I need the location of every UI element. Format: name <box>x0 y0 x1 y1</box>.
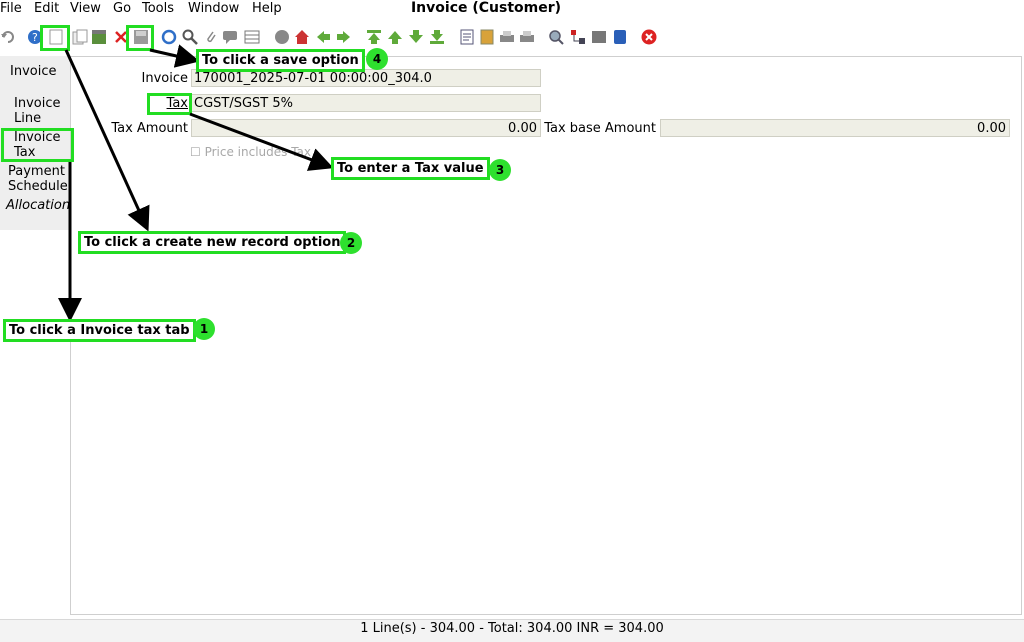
callout-invoice-tax-tab: To click a Invoice tax tab <box>3 319 196 342</box>
step-badge-1: 1 <box>193 318 215 340</box>
callout-save: To click a save option <box>196 49 365 72</box>
callout-create-record: To click a create new record option <box>78 231 347 254</box>
step-badge-4: 4 <box>366 48 388 70</box>
step-badge-2: 2 <box>340 232 362 254</box>
step-badge-3: 3 <box>489 159 511 181</box>
callout-tax-value: To enter a Tax value <box>331 157 490 180</box>
